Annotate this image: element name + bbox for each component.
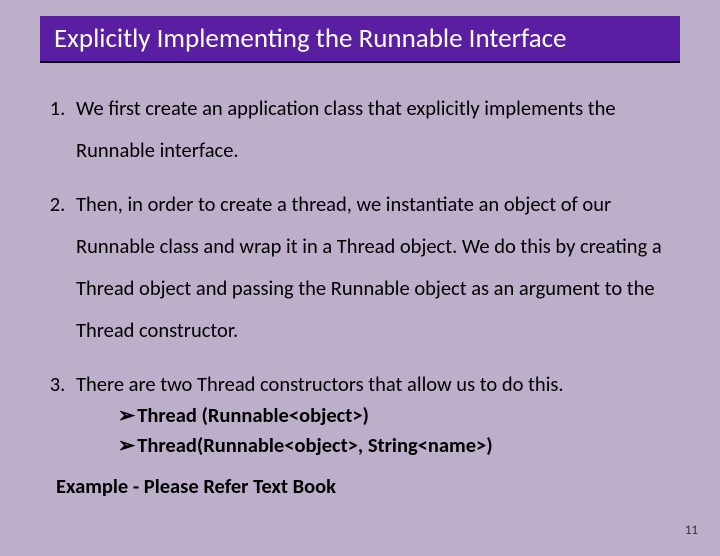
slide-title: Explicitly Implementing the Runnable Int… [54, 22, 566, 55]
list-item: We first create an application class tha… [70, 87, 676, 171]
content-area: We first create an application class tha… [0, 63, 720, 499]
list-text: There are two Thread constructors that a… [76, 371, 564, 397]
sub-text: Thread (Runnable<object>) [137, 402, 369, 428]
title-bar: Explicitly Implementing the Runnable Int… [40, 16, 680, 63]
bullet-arrow-icon: ➢ [118, 432, 135, 458]
list-item: Then, in order to create a thread, we in… [70, 183, 676, 351]
list-item: There are two Thread constructors that a… [70, 363, 676, 460]
sub-text: Thread(Runnable<object>, String<name>) [137, 432, 492, 458]
page-number: 11 [685, 523, 698, 538]
sub-item: ➢Thread (Runnable<object>) [118, 401, 676, 431]
bullet-arrow-icon: ➢ [118, 402, 135, 428]
list-text: We first create an application class tha… [76, 95, 616, 163]
example-note: Example - Please Refer Text Book [56, 473, 676, 499]
sub-list: ➢Thread (Runnable<object>) ➢Thread(Runna… [118, 401, 676, 460]
sub-item: ➢Thread(Runnable<object>, String<name>) [118, 431, 676, 461]
list-text: Then, in order to create a thread, we in… [76, 191, 662, 343]
numbered-list: We first create an application class tha… [44, 87, 676, 461]
